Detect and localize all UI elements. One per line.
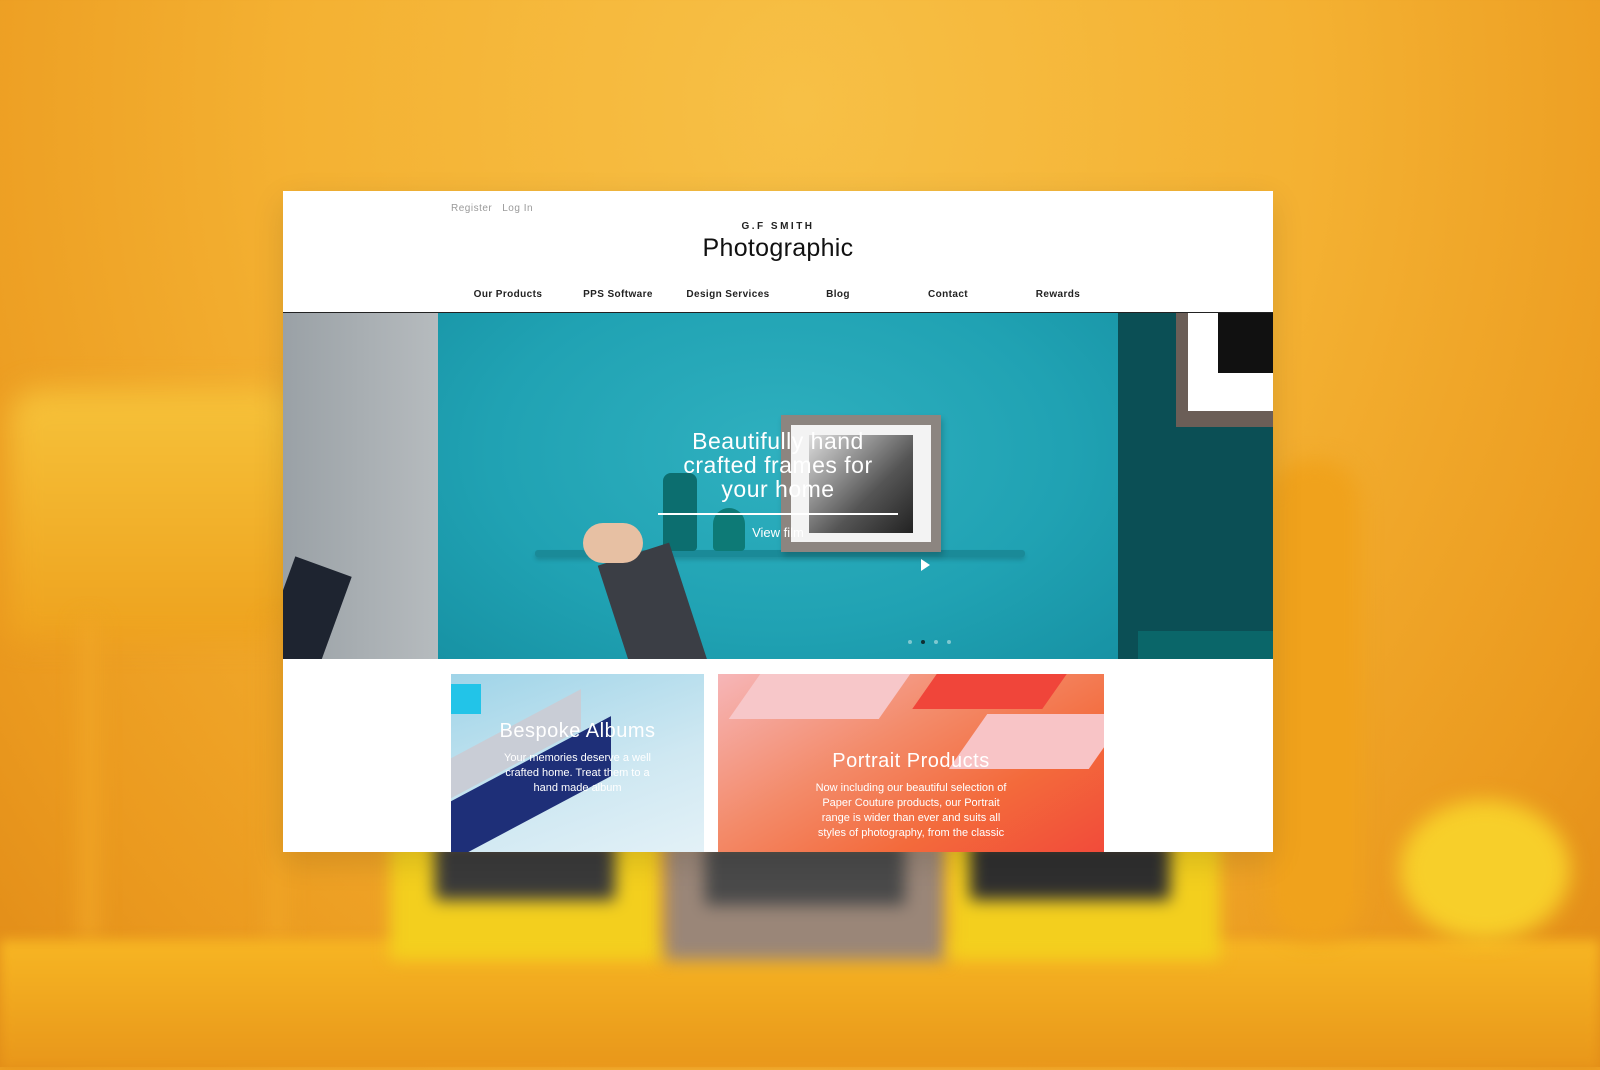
hero-title-line: your home [721,476,835,502]
login-link[interactable]: Log In [502,203,533,214]
portrait-desc-line: Now including our beautiful selection of [815,782,1007,794]
hero-slide: Beautifully hand crafted frames for your… [438,313,1118,659]
slide-indicators [908,631,960,644]
portrait-desc-line: styles of photography, from the classic [817,827,1005,839]
album-image [451,684,481,714]
account-links: Register Log In [451,203,543,214]
albums-title: Bespoke Albums [499,720,656,742]
portrait-title: Portrait Products [832,750,990,772]
albums-caption: Bespoke Albums Your memories deserve a w… [451,720,704,796]
hero-slider: Beautifully hand crafted frames for your… [283,313,1273,659]
background-giraffe [1270,460,1360,940]
lamp-stand [80,620,286,940]
nav-blog[interactable]: Blog [783,289,893,300]
albums-desc-line: crafted home. Treat them to a [505,767,650,779]
background-frame [390,840,660,960]
portrait-caption: Portrait Products Now including our beau… [718,750,1104,841]
slide-dot-1[interactable] [908,640,912,644]
logo-brand: G.F SMITH [741,221,815,232]
albums-desc-line: Your memories deserve a well [504,752,651,764]
background-frame [950,840,1220,960]
background-ornament [1400,800,1570,940]
hero-prev-slide[interactable] [283,313,438,659]
nav-our-products[interactable]: Our Products [453,289,563,300]
nav-rewards[interactable]: Rewards [1003,289,1113,300]
albums-desc-line: hand made album [533,782,622,794]
portrait-products-tile[interactable]: Portrait Products Now including our beau… [718,674,1104,852]
hero-underline [658,513,898,515]
hero-next-slide[interactable] [1118,313,1273,659]
slide-dot-2[interactable] [921,640,925,644]
view-film-link[interactable]: View film [438,525,1118,540]
background-frame [665,840,945,960]
slide-dot-4[interactable] [947,640,951,644]
logo-title: Photographic [702,234,854,262]
slide-dot-3[interactable] [934,640,938,644]
main-nav: Our Products PPS Software Design Service… [453,289,1113,307]
portrait-image [912,674,1074,709]
hero-caption: Beautifully hand crafted frames for your… [438,429,1118,540]
bespoke-albums-tile[interactable]: Bespoke Albums Your memories deserve a w… [451,674,704,852]
register-link[interactable]: Register [451,203,492,214]
portrait-desc-line: Paper Couture products, our Portrait [822,797,1000,809]
hero-title-line: Beautifully hand [692,428,864,454]
portrait-desc-line: range is wider than ever and suits all [821,812,1001,824]
portrait-image [728,674,918,719]
nav-contact[interactable]: Contact [893,289,1003,300]
play-icon[interactable] [921,559,930,571]
hero-title-line: crafted frames for [683,452,873,478]
website-window: Register Log In G.F SMITH Photographic Ou… [283,191,1273,852]
nav-pps-software[interactable]: PPS Software [563,289,673,300]
nav-design-services[interactable]: Design Services [673,289,783,300]
lamp-shade [10,390,300,640]
site-logo[interactable]: G.F SMITH Photographic [283,221,1273,263]
